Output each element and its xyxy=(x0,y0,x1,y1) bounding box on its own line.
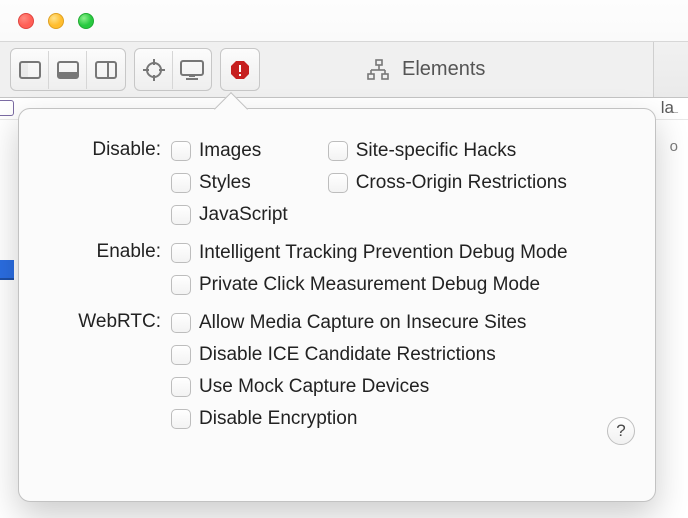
fragment-la xyxy=(676,94,684,96)
checkbox-disable-javascript[interactable]: JavaScript xyxy=(171,201,288,229)
dock-bottom-button[interactable] xyxy=(49,51,87,89)
checkbox-input[interactable] xyxy=(171,243,191,263)
fragment-o: o xyxy=(670,138,678,155)
utility-segment xyxy=(134,48,212,91)
checkbox-input[interactable] xyxy=(171,275,191,295)
checkbox-enable-pcm-debug[interactable]: Private Click Measurement Debug Mode xyxy=(171,271,633,299)
tab-elements[interactable]: Elements xyxy=(350,42,515,97)
checkbox-label: Use Mock Capture Devices xyxy=(199,373,429,401)
group-enable-label: Enable: xyxy=(41,239,171,263)
checkbox-disable-cross-origin-restrictions[interactable]: Cross-Origin Restrictions xyxy=(328,169,567,197)
group-enable: Enable: Intelligent Tracking Prevention … xyxy=(41,239,633,299)
help-icon: ? xyxy=(616,421,625,441)
minimize-window-button[interactable] xyxy=(48,13,64,29)
fragment-cursor: _ xyxy=(670,97,678,113)
dock-right-button[interactable] xyxy=(87,51,125,89)
dock-left-button[interactable] xyxy=(11,51,49,89)
panel-bottom-icon xyxy=(57,61,79,79)
device-settings-popover: Disable: Images Styles xyxy=(18,108,656,502)
error-segment xyxy=(220,48,260,91)
checkbox-input[interactable] xyxy=(171,345,191,365)
element-selection-button[interactable] xyxy=(135,51,173,89)
checkbox-label: JavaScript xyxy=(199,201,288,229)
tab-elements-label: Elements xyxy=(402,58,485,81)
checkbox-input[interactable] xyxy=(171,377,191,397)
device-settings-button[interactable] xyxy=(173,51,211,89)
checkbox-disable-site-specific-hacks[interactable]: Site-specific Hacks xyxy=(328,137,567,165)
checkbox-input[interactable] xyxy=(171,173,191,193)
crosshair-icon xyxy=(143,59,165,81)
group-disable-label: Disable: xyxy=(41,137,171,161)
errors-button[interactable] xyxy=(221,51,259,89)
window-titlebar xyxy=(0,0,688,42)
checkbox-disable-styles[interactable]: Styles xyxy=(171,169,288,197)
checkbox-input[interactable] xyxy=(171,409,191,429)
checkbox-enable-itp-debug[interactable]: Intelligent Tracking Prevention Debug Mo… xyxy=(171,239,633,267)
checkbox-webrtc-mock-capture[interactable]: Use Mock Capture Devices xyxy=(171,373,633,401)
checkbox-input[interactable] xyxy=(328,173,348,193)
inspector-toolbar: Elements xyxy=(0,42,688,98)
error-octagon-icon xyxy=(230,60,250,80)
checkbox-input[interactable] xyxy=(171,313,191,333)
checkbox-webrtc-disable-ice-restrictions[interactable]: Disable ICE Candidate Restrictions xyxy=(171,341,633,369)
right-edge-fragments: _ o xyxy=(664,22,684,222)
checkbox-label: Disable Encryption xyxy=(199,405,357,433)
checkbox-webrtc-disable-encryption[interactable]: Disable Encryption xyxy=(171,405,633,433)
left-fragment xyxy=(0,100,14,116)
checkbox-label: Styles xyxy=(199,169,251,197)
selection-highlight-fragment xyxy=(0,260,14,280)
checkbox-input[interactable] xyxy=(328,141,348,161)
group-webrtc: WebRTC: Allow Media Capture on Insecure … xyxy=(41,309,633,433)
panel-left-icon xyxy=(19,61,41,79)
checkbox-label: Private Click Measurement Debug Mode xyxy=(199,271,540,299)
checkbox-input[interactable] xyxy=(171,205,191,225)
help-button[interactable]: ? xyxy=(607,417,635,445)
window-controls xyxy=(18,13,94,29)
checkbox-label: Allow Media Capture on Insecure Sites xyxy=(199,309,526,337)
popover-body: Disable: Images Styles xyxy=(19,109,655,461)
dock-side-segment xyxy=(10,48,126,91)
close-window-button[interactable] xyxy=(18,13,34,29)
checkbox-disable-images[interactable]: Images xyxy=(171,137,288,165)
group-disable: Disable: Images Styles xyxy=(41,137,633,229)
checkbox-webrtc-allow-insecure-capture[interactable]: Allow Media Capture on Insecure Sites xyxy=(171,309,633,337)
checkbox-label: Site-specific Hacks xyxy=(356,137,517,165)
zoom-window-button[interactable] xyxy=(78,13,94,29)
checkbox-label: Disable ICE Candidate Restrictions xyxy=(199,341,496,369)
checkbox-label: Intelligent Tracking Prevention Debug Mo… xyxy=(199,239,568,267)
elements-tree-icon xyxy=(366,59,390,81)
checkbox-label: Cross-Origin Restrictions xyxy=(356,169,567,197)
monitor-icon xyxy=(180,60,204,80)
checkbox-label: Images xyxy=(199,137,261,165)
checkbox-input[interactable] xyxy=(171,141,191,161)
panel-right-icon xyxy=(95,61,117,79)
group-webrtc-label: WebRTC: xyxy=(41,309,171,333)
